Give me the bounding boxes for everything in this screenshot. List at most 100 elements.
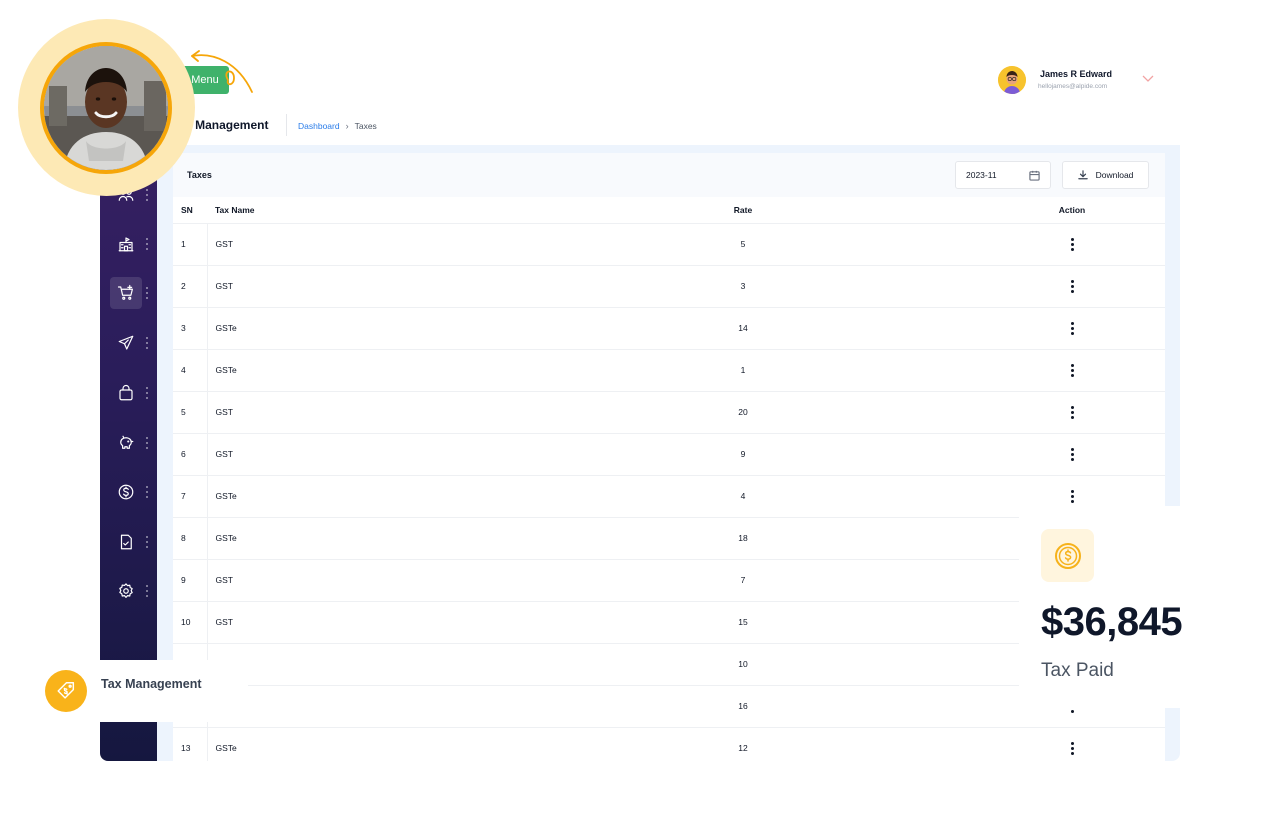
cell-sn: 2 (173, 265, 208, 308)
more-vertical-icon[interactable] (1070, 489, 1074, 503)
sidebar-item-school[interactable] (110, 228, 142, 260)
cell-rate: 12 (507, 727, 979, 761)
cell-action (979, 223, 1165, 266)
month-picker-value: 2023-11 (966, 170, 997, 180)
app-screen: Menu Tax Management Dashboard › Taxes Ja… (0, 0, 1280, 816)
sidebar-more-icon[interactable] (145, 536, 149, 548)
cell-tax-name: GST (207, 433, 507, 476)
download-button[interactable]: Download (1062, 161, 1149, 189)
sidebar-item-reports[interactable] (110, 526, 142, 558)
breadcrumb-current: Taxes (354, 121, 377, 131)
cell-tax-name: GSTe (207, 307, 507, 350)
cell-tax-name: GST (207, 265, 507, 308)
cell-rate: 3 (507, 265, 979, 308)
more-vertical-icon[interactable] (1070, 741, 1074, 755)
taxes-card: Taxes 2023-11 Download SN Tax Name Rate … (173, 153, 1165, 761)
sidebar-more-icon[interactable] (145, 337, 149, 349)
user-name: James R Edward (1040, 69, 1113, 79)
cell-sn: 13 (173, 727, 208, 761)
cell-tax-name: GST (207, 223, 507, 266)
breadcrumb-dashboard-link[interactable]: Dashboard (298, 121, 340, 131)
cell-tax-name: GSTe (207, 727, 507, 761)
cell-tax-name: GST (207, 601, 507, 644)
table-row: 4 GSTe 1 (173, 349, 1165, 392)
piggy-bank-icon (120, 435, 134, 449)
chevron-down-icon[interactable] (1142, 74, 1154, 84)
cell-rate: 20 (507, 391, 979, 434)
download-icon (1077, 170, 1088, 180)
sidebar-item-send[interactable] (110, 327, 142, 359)
cell-rate: 16 (507, 685, 979, 728)
more-vertical-icon[interactable] (1070, 363, 1074, 377)
more-vertical-icon[interactable] (1070, 321, 1074, 335)
table-row: 16 (173, 685, 1165, 728)
more-vertical-icon[interactable] (1070, 405, 1074, 419)
breadcrumb-separator-icon: › (345, 121, 349, 131)
month-picker[interactable]: 2023-11 (955, 161, 1051, 189)
cell-action (979, 307, 1165, 350)
bag-icon (119, 384, 133, 401)
taxes-table-body: 1 GST 5 2 GST 3 3 GSTe 14 4 GSTe 1 5 GST 20 6 GST 9 7 GSTe 4… (173, 223, 1165, 761)
cell-action (979, 265, 1165, 308)
sidebar-item-finance[interactable] (110, 476, 142, 508)
cell-sn: 5 (173, 391, 208, 434)
settings-icon (119, 583, 133, 598)
table-row: 2 GST 3 (173, 265, 1165, 308)
cell-rate: 1 (507, 349, 979, 392)
document-check-icon (120, 534, 132, 550)
table-row: 6 GST 9 (173, 433, 1165, 476)
breadcrumb: Dashboard › Taxes (298, 121, 377, 131)
column-header-action: Action (979, 197, 1165, 224)
cell-tax-name: GST (207, 391, 507, 434)
sidebar-item-savings[interactable] (110, 427, 142, 459)
table-header-row: SN Tax Name Rate Action (173, 197, 1165, 224)
cart-plus-icon (117, 284, 133, 300)
cell-rate: 18 (507, 517, 979, 560)
price-tag-icon (45, 670, 87, 712)
sidebar-more-icon[interactable] (145, 486, 149, 498)
sidebar-more-icon[interactable] (145, 238, 149, 250)
title-divider (286, 114, 287, 136)
more-vertical-icon[interactable] (1070, 447, 1074, 461)
sidebar-item-purchase[interactable] (110, 277, 142, 309)
cell-sn: 4 (173, 349, 208, 392)
taxes-table: SN Tax Name Rate Action 1 GST 5 2 GST 3 3 GSTe 1… (173, 197, 1165, 761)
column-header-sn: SN (173, 197, 207, 224)
user-avatar[interactable] (998, 66, 1026, 94)
user-email: hellojames@alpide.com (1038, 83, 1108, 90)
cell-rate: 4 (507, 475, 979, 518)
cell-rate: 15 (507, 601, 979, 644)
cell-tax-name: GST (207, 559, 507, 602)
sidebar-more-icon[interactable] (145, 287, 149, 299)
table-row: 9 GST 7 (173, 559, 1165, 602)
cell-sn: 10 (173, 601, 208, 644)
table-row: 13 GSTe 12 (173, 727, 1165, 761)
table-row: 8 GSTe 18 (173, 517, 1165, 560)
table-row: 3 GSTe 14 (173, 307, 1165, 350)
send-icon (118, 335, 134, 350)
arrow-doodle-icon (191, 50, 253, 93)
sidebar-more-icon[interactable] (145, 585, 149, 597)
table-row: 5 GST 20 (173, 391, 1165, 434)
sidebar-item-sales[interactable] (110, 377, 142, 409)
tax-paid-value: $36,845 (1041, 600, 1183, 644)
cell-sn: 6 (173, 433, 208, 476)
cell-sn: 9 (173, 559, 208, 602)
cell-rate: 7 (507, 559, 979, 602)
cell-action (979, 349, 1165, 392)
table-row: 7 GSTe 4 (173, 475, 1165, 518)
cell-sn: 8 (173, 517, 208, 560)
more-vertical-icon[interactable] (1070, 237, 1074, 251)
sidebar-item-settings[interactable] (110, 575, 142, 607)
tax-management-badge: Tax Management (30, 660, 248, 722)
cell-tax-name: GSTe (207, 349, 507, 392)
download-button-label: Download (1095, 170, 1134, 180)
cell-action (979, 391, 1165, 434)
sidebar-more-icon[interactable] (145, 387, 149, 399)
more-vertical-icon[interactable] (1070, 279, 1074, 293)
dollar-icon (118, 484, 134, 500)
sidebar-more-icon[interactable] (145, 189, 149, 201)
sidebar-more-icon[interactable] (145, 437, 149, 449)
tax-paid-label: Tax Paid (1041, 660, 1114, 681)
coin-icon (1041, 529, 1094, 582)
